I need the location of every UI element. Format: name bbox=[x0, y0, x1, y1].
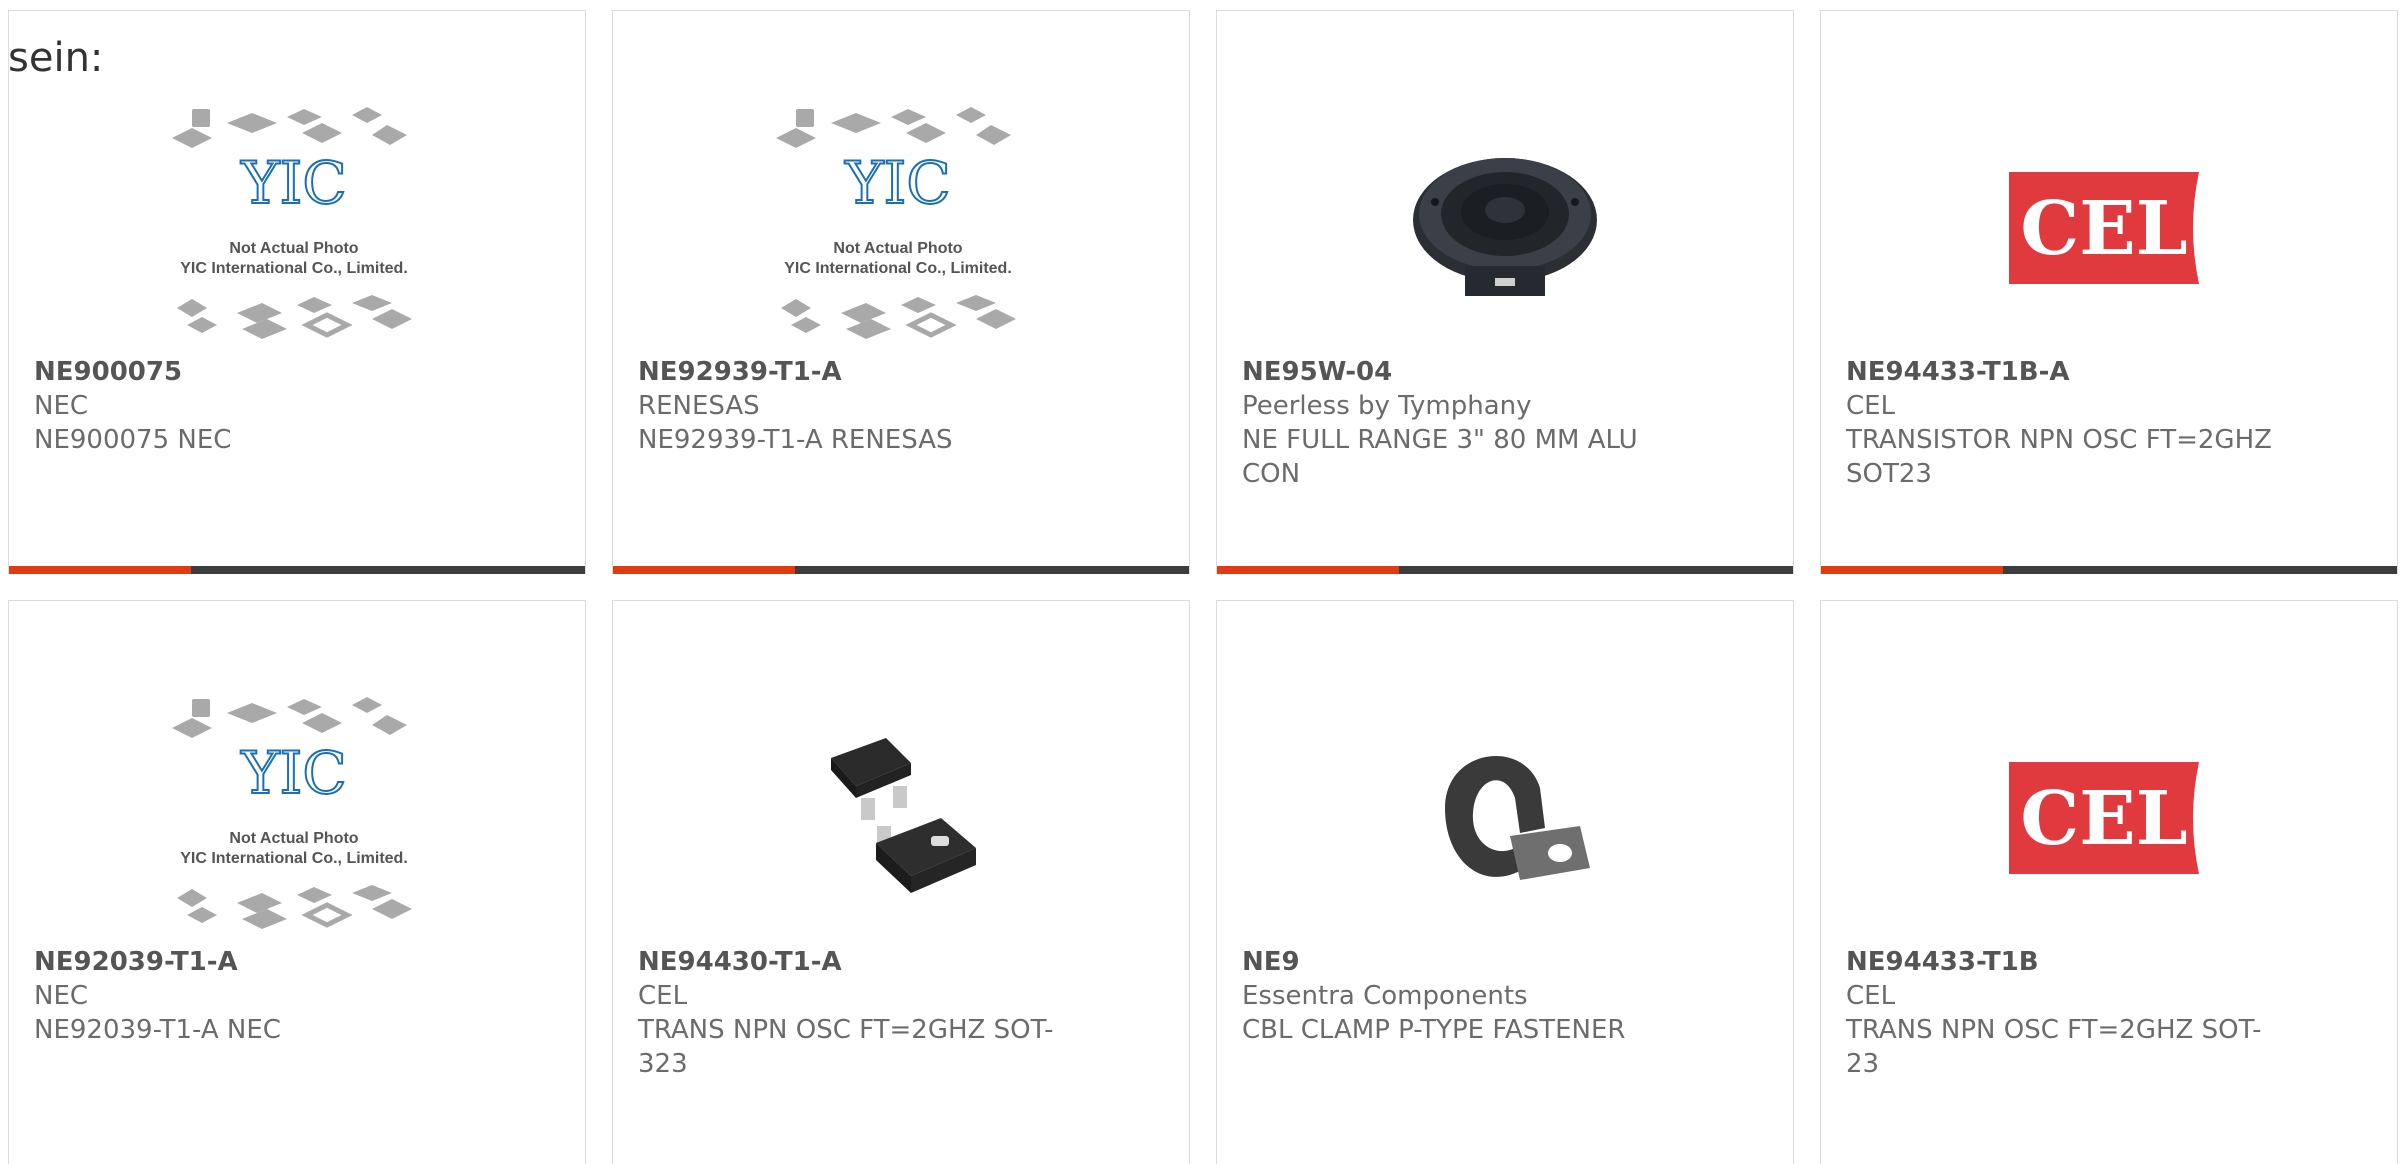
product-card[interactable]: YIC Not Actual Photo YIC International C… bbox=[8, 10, 586, 574]
card-bottom-bar bbox=[613, 566, 1189, 574]
part-number-link[interactable]: NE95W-04 bbox=[1242, 355, 1762, 389]
manufacturer: NEC bbox=[34, 981, 89, 1011]
manufacturer: CEL bbox=[638, 981, 688, 1011]
yic-placeholder-image: YIC Not Actual Photo YIC International C… bbox=[172, 107, 412, 339]
description: TRANS NPN OSC FT=2GHZ SOT-23 bbox=[1846, 1015, 2262, 1079]
card-bottom-bar bbox=[1821, 566, 2397, 574]
svg-text:CEL: CEL bbox=[2020, 776, 2187, 862]
svg-text:YIC: YIC bbox=[844, 149, 951, 217]
card-bottom-bar bbox=[1217, 566, 1793, 574]
yic-placeholder-image: YIC Not Actual Photo YIC International C… bbox=[776, 107, 1016, 339]
part-number-link[interactable]: NE900075 bbox=[34, 355, 554, 389]
product-image[interactable]: CEL bbox=[1974, 103, 2244, 353]
product-card[interactable]: NE94430-T1-A CEL TRANS NPN OSC FT=2GHZ S… bbox=[612, 600, 1190, 1164]
svg-text:YIC International Co., Limited: YIC International Co., Limited. bbox=[180, 850, 408, 867]
svg-text:YIC: YIC bbox=[240, 149, 347, 217]
product-image[interactable] bbox=[766, 693, 1036, 943]
product-card[interactable]: YIC Not Actual Photo YIC International C… bbox=[8, 600, 586, 1164]
part-number-link[interactable]: NE94433-T1B-A bbox=[1846, 355, 2366, 389]
product-grid: YIC Not Actual Photo YIC International C… bbox=[0, 0, 2400, 1164]
product-image[interactable]: YIC Not Actual Photo YIC International C… bbox=[162, 103, 432, 353]
svg-text:CEL: CEL bbox=[2020, 186, 2187, 272]
part-number-link[interactable]: NE92039-T1-A bbox=[34, 945, 554, 979]
product-card[interactable]: CEL NE94433-T1B-A CEL TRANSISTOR NPN OSC… bbox=[1820, 10, 2398, 574]
product-card[interactable]: NE95W-04 Peerless by Tymphany NE FULL RA… bbox=[1216, 10, 1794, 574]
svg-text:Not Actual Photo: Not Actual Photo bbox=[833, 240, 962, 257]
description: NE900075 NEC bbox=[34, 425, 232, 455]
yic-placeholder-image: YIC Not Actual Photo YIC International C… bbox=[172, 697, 412, 929]
description: CBL CLAMP P-TYPE FASTENER bbox=[1242, 1015, 1626, 1045]
manufacturer: Peerless by Tymphany bbox=[1242, 391, 1532, 421]
product-image[interactable]: YIC Not Actual Photo YIC International C… bbox=[162, 693, 432, 943]
manufacturer: CEL bbox=[1846, 391, 1896, 421]
speaker-image bbox=[1413, 158, 1597, 296]
product-card[interactable]: CEL NE94433-T1B CEL TRANS NPN OSC FT=2GH… bbox=[1820, 600, 2398, 1164]
description: NE FULL RANGE 3" 80 MM ALU CON bbox=[1242, 425, 1638, 489]
description: TRANSISTOR NPN OSC FT=2GHZ SOT23 bbox=[1846, 425, 2272, 489]
product-image[interactable]: CEL bbox=[1974, 693, 2244, 943]
product-card[interactable]: NE9 Essentra Components CBL CLAMP P-TYPE… bbox=[1216, 600, 1794, 1164]
svg-text:Not Actual Photo: Not Actual Photo bbox=[229, 240, 358, 257]
manufacturer: Essentra Components bbox=[1242, 981, 1528, 1011]
cel-logo-image: CEL bbox=[2009, 172, 2199, 284]
part-number-link[interactable]: NE92939-T1-A bbox=[638, 355, 1158, 389]
svg-text:YIC International Co., Limited: YIC International Co., Limited. bbox=[784, 260, 1012, 277]
card-bottom-bar bbox=[9, 566, 585, 574]
svg-text:Not Actual Photo: Not Actual Photo bbox=[229, 830, 358, 847]
sot323-package-image bbox=[831, 738, 976, 893]
description: NE92039-T1-A NEC bbox=[34, 1015, 281, 1045]
manufacturer: RENESAS bbox=[638, 391, 760, 421]
intro-text: sein: bbox=[8, 35, 104, 81]
part-number-link[interactable]: NE94433-T1B bbox=[1846, 945, 2366, 979]
description: NE92939-T1-A RENESAS bbox=[638, 425, 953, 455]
svg-text:YIC: YIC bbox=[240, 739, 347, 807]
svg-text:YIC International Co., Limited: YIC International Co., Limited. bbox=[180, 260, 408, 277]
product-image[interactable]: YIC Not Actual Photo YIC International C… bbox=[766, 103, 1036, 353]
cable-clamp-image bbox=[1445, 755, 1590, 880]
cel-logo-image: CEL bbox=[2009, 762, 2199, 874]
part-number-link[interactable]: NE9 bbox=[1242, 945, 1762, 979]
part-number-link[interactable]: NE94430-T1-A bbox=[638, 945, 1158, 979]
product-image[interactable] bbox=[1370, 693, 1640, 943]
manufacturer: CEL bbox=[1846, 981, 1896, 1011]
description: TRANS NPN OSC FT=2GHZ SOT-323 bbox=[638, 1015, 1054, 1079]
manufacturer: NEC bbox=[34, 391, 89, 421]
product-image[interactable] bbox=[1370, 103, 1640, 353]
product-card[interactable]: YIC Not Actual Photo YIC International C… bbox=[612, 10, 1190, 574]
